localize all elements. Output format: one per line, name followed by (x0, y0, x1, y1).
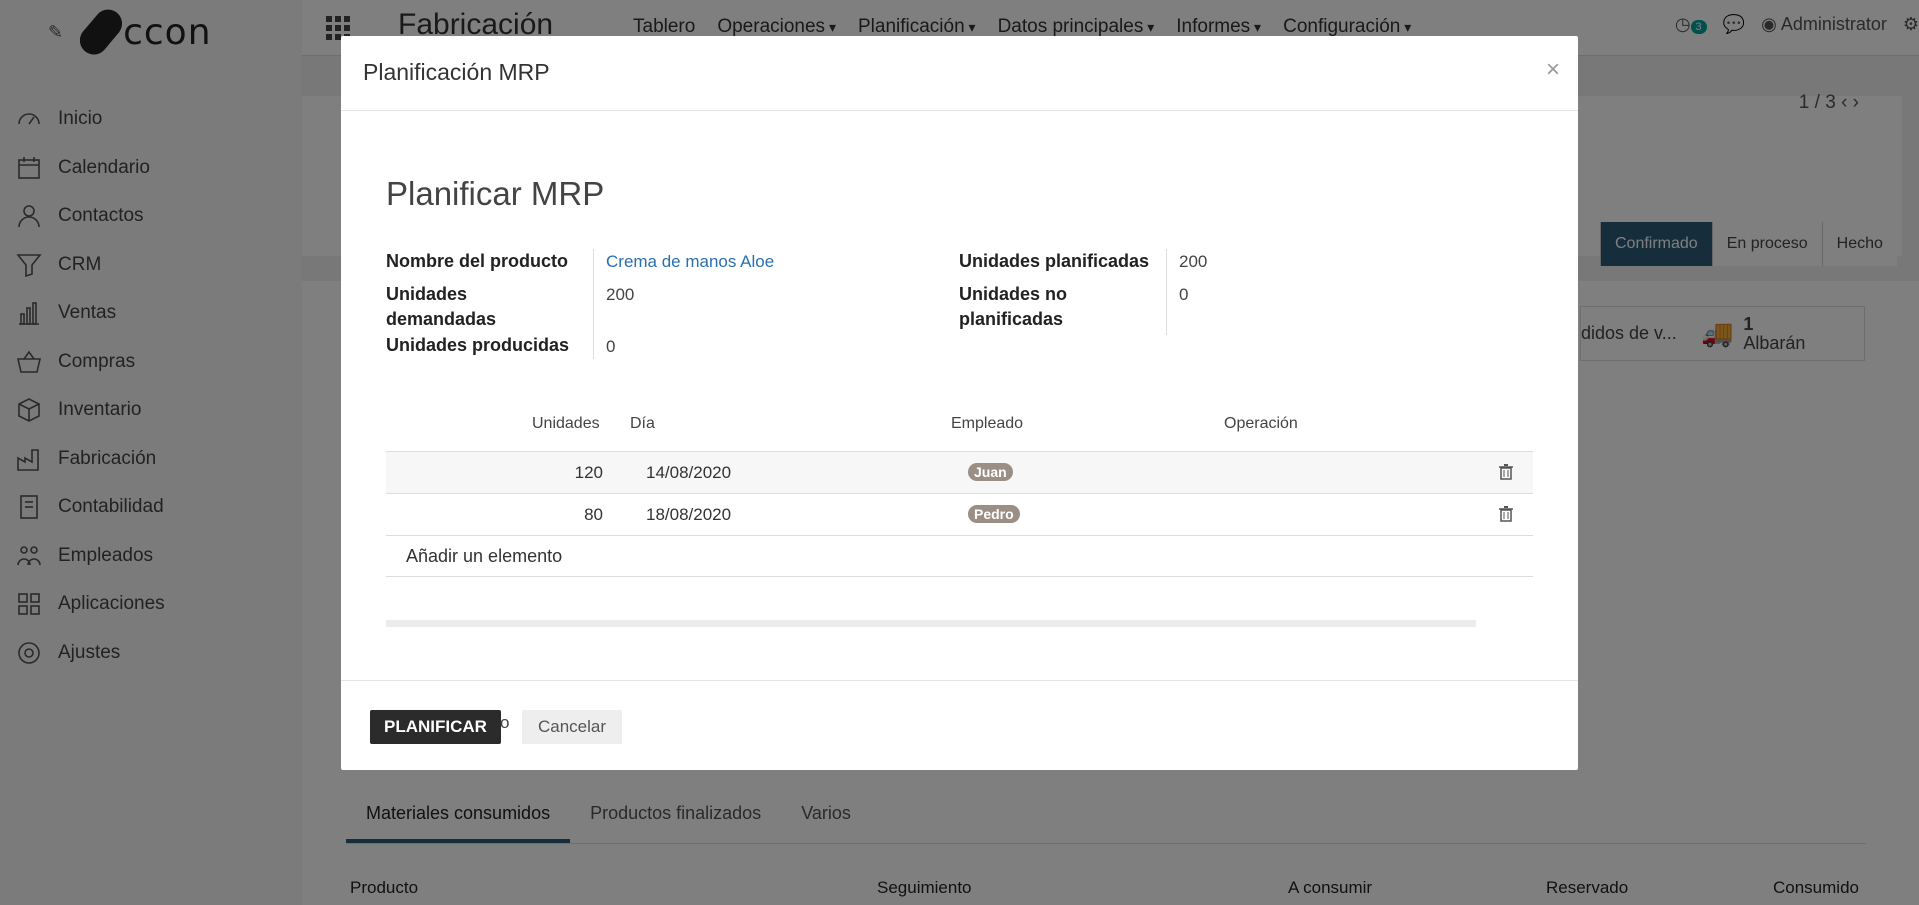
trash-icon[interactable] (1499, 464, 1513, 480)
employee-tag: Pedro (968, 505, 1020, 523)
add-line-row[interactable]: Añadir un elemento (386, 535, 1533, 577)
product-link[interactable]: Crema de manos Aloe (606, 249, 774, 274)
planned-label: Unidades planificadas (959, 251, 1150, 271)
table-row[interactable]: 120 14/08/2020 Juan (386, 451, 1533, 493)
demanded-value: 200 (606, 285, 635, 304)
produced-value: 0 (606, 337, 616, 356)
add-line-link[interactable]: Añadir un elemento (406, 546, 562, 567)
col-unidades[interactable]: Unidades (532, 415, 600, 433)
row-units: 120 (574, 463, 603, 482)
col-empleado[interactable]: Empleado (951, 415, 1023, 433)
row-units: 80 (584, 505, 603, 524)
field-divider (593, 249, 594, 359)
or-text: o (500, 713, 510, 732)
plan-button[interactable]: PLANIFICAR (370, 710, 501, 744)
planned-value: 200 (1179, 252, 1208, 271)
horizontal-scrollbar[interactable] (386, 620, 1476, 627)
produced-label: Unidades producidas (386, 335, 570, 355)
trash-icon[interactable] (1499, 506, 1513, 522)
demanded-label-line1: Unidades (386, 284, 468, 304)
cancel-button[interactable]: Cancelar (522, 710, 623, 744)
close-icon[interactable]: × (1546, 56, 1560, 84)
mrp-planning-dialog: Planificación MRP × Planificar MRP Nombr… (341, 36, 1578, 770)
col-operacion[interactable]: Operación (1224, 415, 1298, 433)
product-label: Nombre del producto (386, 251, 569, 271)
unplanned-value: 0 (1179, 285, 1189, 304)
unplanned-label-line2: planificadas (959, 309, 1064, 329)
field-divider (1166, 249, 1167, 335)
row-day: 14/08/2020 (646, 463, 732, 482)
unplanned-label-line1: Unidades no (959, 284, 1068, 304)
modal-footer: PLANIFICAR o Cancelar (341, 680, 1578, 770)
demanded-label-line2: demandadas (386, 309, 497, 329)
row-day: 18/08/2020 (646, 505, 732, 524)
form-title: Planificar MRP (386, 175, 605, 212)
table-row[interactable]: 80 18/08/2020 Pedro (386, 493, 1533, 535)
employee-tag: Juan (968, 463, 1013, 481)
col-dia[interactable]: Día (630, 415, 655, 433)
modal-title: Planificación MRP (363, 59, 550, 85)
modal-header: Planificación MRP × (341, 36, 1578, 111)
